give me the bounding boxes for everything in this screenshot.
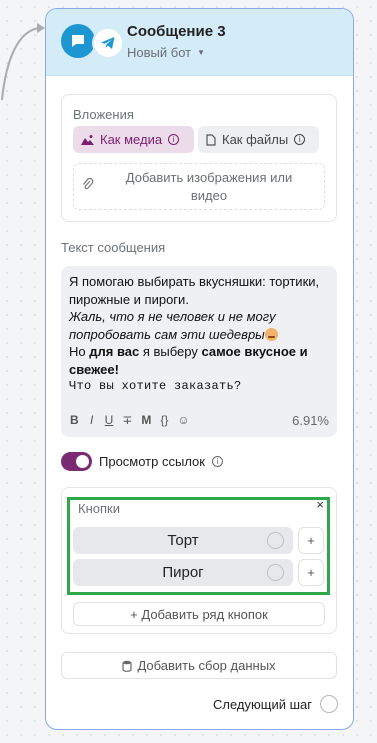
italic-button[interactable]: I [88,412,96,430]
buttons-section: Кнопки × Торт + Пирог + + Добавить ряд к… [61,487,337,634]
buttons-label: Кнопки [78,501,120,516]
keyboard-button-label: Торт [167,532,199,549]
link-preview-label: Просмотр ссылок [99,454,205,469]
as-files-toggle[interactable]: Как файлы i [198,126,319,153]
underline-button[interactable]: U [105,412,114,430]
add-button-to-row[interactable]: + [298,527,324,554]
sad-face-emoji [264,327,278,341]
text-usage-percent: 6.91% [292,412,329,428]
link-preview-toggle[interactable] [61,452,92,471]
bot-selector[interactable]: Новый бот ▼ [127,45,205,60]
message-text-editor[interactable]: Я помогаю выбирать вкусняшки: тортики, п… [61,266,337,437]
add-media-button[interactable]: Добавить изображения или видео [73,163,325,210]
attachments-label: Вложения [73,107,134,122]
strikethrough-button[interactable]: ∓ [122,412,132,430]
info-icon[interactable]: i [168,134,180,145]
keyboard-button-label: Пирог [162,564,204,581]
message-line: Я помогаю выбирать вкусняшки: тортики, п… [69,274,320,307]
next-step-row: Следующий шаг [213,695,338,713]
message-line-mono: Что вы хотите заказать? [69,379,242,393]
message-text-label: Текст сообщения [61,240,166,255]
keyboard-row: Пирог + [73,559,324,586]
message-line-mixed: Но для вас я выберу самое вкусное и свеж… [69,344,308,377]
bold-button[interactable]: B [70,412,79,430]
bot-name: Новый бот [127,45,192,60]
buttons-highlight: Кнопки × Торт + Пирог + [67,497,330,595]
connection-circle-icon[interactable] [267,564,284,581]
chevron-down-icon: ▼ [197,48,206,57]
info-icon[interactable]: i [294,134,306,145]
add-button-to-row[interactable]: + [298,559,324,586]
add-data-collection-button[interactable]: Добавить сбор данных [61,652,337,679]
telegram-icon [94,29,122,57]
connection-circle-icon[interactable] [267,532,284,549]
as-files-label: Как файлы [222,132,289,147]
format-toolbar: B I U ∓ M {} ☺ [70,412,190,430]
file-icon [206,133,216,146]
chat-bubble-icon [61,24,95,58]
emoji-button[interactable]: ☺ [177,412,189,430]
link-preview-row: Просмотр ссылок i [61,452,223,471]
paperclip-icon [83,178,94,190]
database-icon [122,660,133,672]
node-header: Сообщение 3 Новый бот ▼ [46,9,353,76]
close-icon[interactable]: × [316,497,324,512]
code-button[interactable]: {} [160,412,168,430]
add-data-collection-label: Добавить сбор данных [137,658,276,673]
node-title[interactable]: Сообщение 3 [127,23,226,40]
attachments-section: Вложения Как медиа i Как файлы i Добавит… [61,94,337,222]
keyboard-row: Торт + [73,527,324,554]
image-icon [81,135,94,145]
next-step-connector[interactable] [320,695,338,713]
add-media-label: Добавить изображения или видео [125,169,293,203]
monospace-button[interactable]: M [141,412,151,430]
message-node-card[interactable]: Сообщение 3 Новый бот ▼ Вложения Как мед… [45,8,354,730]
keyboard-button[interactable]: Торт [73,527,293,554]
next-step-label: Следующий шаг [213,696,312,712]
add-button-row[interactable]: + Добавить ряд кнопок [73,602,325,626]
message-line-italic: Жаль, что я не человек и не могу попробо… [69,308,329,343]
info-icon[interactable]: i [211,456,223,467]
as-media-toggle[interactable]: Как медиа i [73,126,194,153]
as-media-label: Как медиа [100,132,163,147]
keyboard-button[interactable]: Пирог [73,559,293,586]
